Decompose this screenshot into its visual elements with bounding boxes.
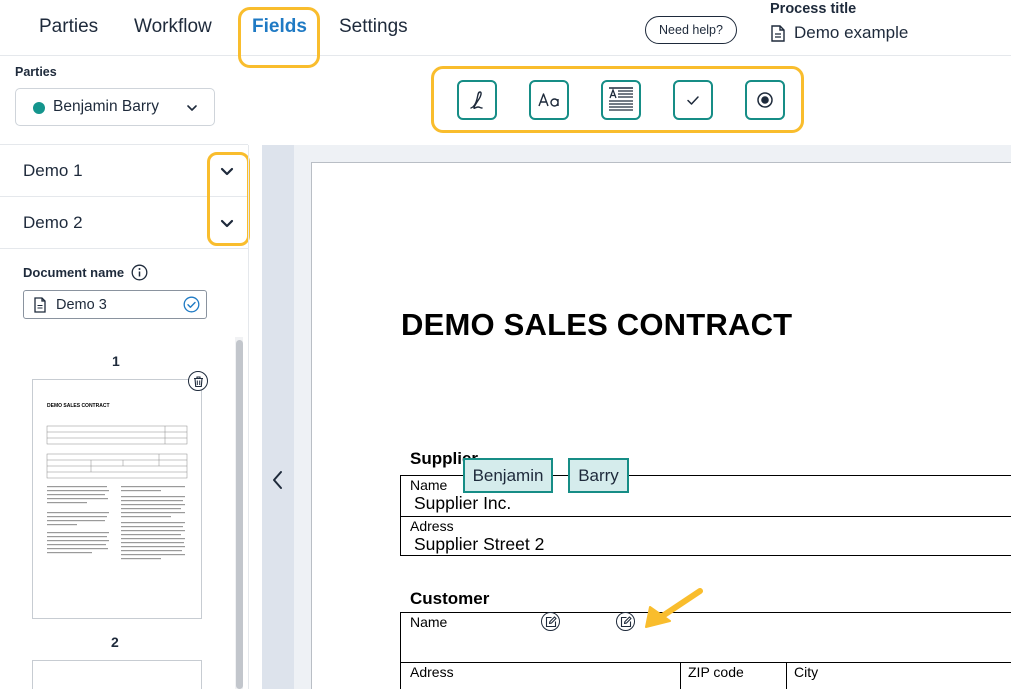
page-number-label: 2 <box>111 634 119 650</box>
customer-city-label: City <box>794 664 819 680</box>
page-thumbnail-1[interactable]: DEMO SALES CONTRACT <box>32 379 202 619</box>
supplier-name-value: Supplier Inc. <box>414 493 512 513</box>
expand-chevrons-highlight <box>207 152 250 246</box>
page-thumbnail-2[interactable] <box>32 660 202 689</box>
table-line <box>400 475 401 556</box>
table-line <box>400 555 1011 556</box>
document-row-label: Demo 1 <box>23 161 83 180</box>
document-name-label: Document name <box>23 265 125 280</box>
table-line <box>680 662 681 689</box>
tab-parties[interactable]: Parties <box>39 16 98 38</box>
need-help-button[interactable]: Need help? <box>645 16 737 44</box>
radio-button-field-button[interactable] <box>745 80 785 120</box>
supplier-address-label: Adress <box>410 518 454 534</box>
document-name-field[interactable] <box>23 290 207 319</box>
tab-workflow[interactable]: Workflow <box>134 16 212 38</box>
checkbox-field-button[interactable] <box>673 80 713 120</box>
document-name-input[interactable] <box>56 295 176 315</box>
text-field-button[interactable] <box>529 80 569 120</box>
process-title-label: Process title <box>770 1 857 17</box>
supplier-name-label: Name <box>410 477 448 493</box>
document-title: DEMO SALES CONTRACT <box>401 307 793 342</box>
fields-tab-highlight <box>238 7 320 68</box>
top-navigation-bar: Parties Workflow Fields Settings Need he… <box>0 0 1011 56</box>
table-line <box>400 516 1011 517</box>
party-selected-value: Benjamin Barry <box>53 98 159 115</box>
signature-field-button[interactable] <box>457 80 497 120</box>
placed-field-last-name[interactable]: Barry <box>568 458 629 493</box>
thumbnail-content-preview <box>46 425 188 560</box>
sidebar-border <box>248 145 249 689</box>
document-icon <box>34 297 46 318</box>
annotation-arrow-icon <box>640 585 708 640</box>
check-circle-icon <box>183 296 200 318</box>
table-line <box>786 662 787 689</box>
info-icon[interactable] <box>131 264 148 286</box>
party-select[interactable]: Benjamin Barry <box>15 88 215 126</box>
party-color-dot <box>33 102 45 114</box>
customer-name-label: Name <box>410 614 448 630</box>
document-icon <box>771 25 785 47</box>
edit-field-button[interactable] <box>541 612 560 631</box>
delete-page-button[interactable] <box>188 371 208 391</box>
thumbnail-scrollbar-thumb[interactable] <box>236 340 243 689</box>
text-block-button[interactable] <box>601 80 641 120</box>
customer-zip-label: ZIP code <box>688 664 744 680</box>
chevron-down-icon <box>186 101 198 119</box>
placed-field-first-name[interactable]: Benjamin <box>463 458 553 493</box>
table-line <box>400 662 1011 663</box>
tab-settings[interactable]: Settings <box>339 16 408 38</box>
customer-heading: Customer <box>410 589 490 608</box>
table-line <box>400 612 401 689</box>
document-row-label: Demo 2 <box>23 213 83 232</box>
edit-field-button[interactable] <box>616 612 635 631</box>
collapse-sidebar-toggle[interactable] <box>262 145 294 689</box>
supplier-address-value: Supplier Street 2 <box>414 534 545 554</box>
parties-label: Parties <box>15 65 57 79</box>
customer-address-label: Adress <box>410 664 454 680</box>
process-title-value[interactable]: Demo example <box>794 23 908 43</box>
page-number-label: 1 <box>112 353 120 369</box>
